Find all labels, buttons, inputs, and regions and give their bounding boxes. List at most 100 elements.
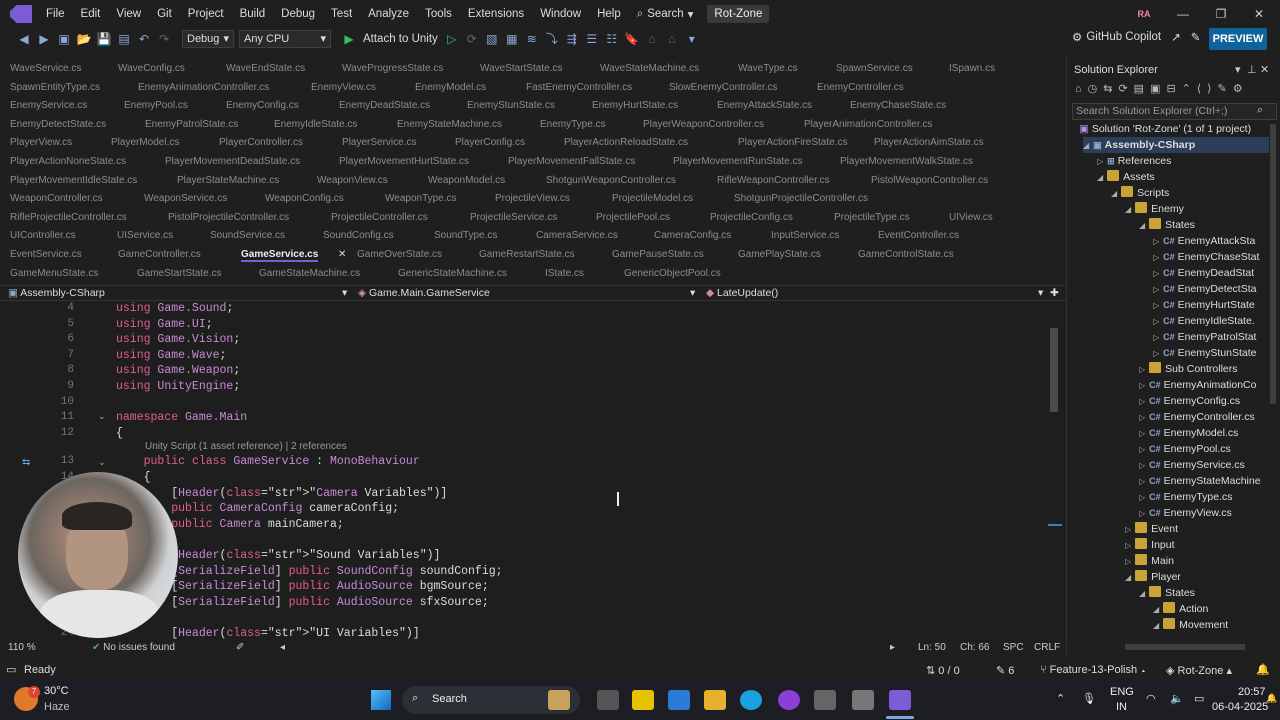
toolbar-options-icon[interactable]: ▾: [684, 31, 700, 47]
code-line[interactable]: 10: [0, 396, 1050, 412]
tree-item-assembly-csharp[interactable]: ◢ ▣ Assembly-CSharp: [1083, 137, 1269, 153]
unity-hub-icon[interactable]: [814, 690, 836, 710]
tab-weapon-model[interactable]: WeaponModel.cs: [428, 175, 505, 186]
clock-time[interactable]: 20:57: [1238, 686, 1266, 698]
tab-weapon-config[interactable]: WeaponConfig.cs: [265, 193, 344, 204]
tab-player-action-fire-state[interactable]: PlayerActionFireState.cs: [738, 137, 848, 148]
github-desktop-icon[interactable]: [778, 690, 800, 710]
tree-item-enemyconfig-cs[interactable]: ▷ C# EnemyConfig.cs: [1139, 393, 1240, 409]
menu-view[interactable]: View: [108, 0, 149, 28]
restore-button[interactable]: ❐: [1202, 0, 1240, 28]
type-dropdown[interactable]: ◈ Game.Main.GameService: [358, 287, 490, 299]
expanded-icon[interactable]: ◢: [1125, 205, 1131, 214]
tab-fast-enemy-controller[interactable]: FastEnemyController.cs: [526, 82, 632, 93]
tab-shotgun-projectile-controller[interactable]: ShotgunProjectileController.cs: [734, 193, 868, 204]
collapsed-icon[interactable]: ▷: [1125, 557, 1131, 566]
tab-weapon-service[interactable]: WeaponService.cs: [144, 193, 227, 204]
tab-enemy-type[interactable]: EnemyType.cs: [540, 119, 606, 130]
account-avatar[interactable]: RA: [1135, 6, 1153, 22]
close-panel-icon[interactable]: ✕: [1260, 63, 1269, 76]
tab-wave-type[interactable]: WaveType.cs: [738, 63, 798, 74]
new-project-icon[interactable]: ▣: [56, 31, 72, 47]
tree-item-player[interactable]: ◢ Player: [1125, 569, 1181, 585]
tab-wave-state-machine[interactable]: WaveStateMachine.cs: [600, 63, 699, 74]
tree-item-enemypatrolstat[interactable]: ▷ C# EnemyPatrolStat: [1153, 329, 1256, 345]
whitespace-indicator[interactable]: SPC: [1003, 642, 1024, 653]
code-line[interactable]: 5 using Game.UI;: [0, 318, 1050, 334]
tab-projectile-pool[interactable]: ProjectilePool.cs: [596, 212, 670, 223]
tab-enemy-dead-state[interactable]: EnemyDeadState.cs: [339, 100, 430, 111]
tab-game-start-state[interactable]: GameStartState.cs: [137, 268, 221, 279]
tab-uicontroller[interactable]: UIController.cs: [10, 230, 76, 241]
tree-item-enemy[interactable]: ◢ Enemy: [1125, 201, 1184, 217]
expanded-icon[interactable]: ◢: [1153, 605, 1159, 614]
tab-player-weapon-controller[interactable]: PlayerWeaponController.cs: [643, 119, 764, 130]
issues-indicator[interactable]: ✔ No issues found: [92, 642, 175, 653]
tab-sound-config[interactable]: SoundConfig.cs: [323, 230, 394, 241]
tab-enemy-controller[interactable]: EnemyController.cs: [817, 82, 904, 93]
tree-item-enemyhurtstate[interactable]: ▷ C# EnemyHurtState: [1153, 297, 1255, 313]
tree-item-enemystunstate[interactable]: ▷ C# EnemyStunState: [1153, 345, 1256, 361]
tab-game-pause-state[interactable]: GamePauseState.cs: [612, 249, 704, 260]
tab-enemy-stun-state[interactable]: EnemyStunState.cs: [467, 100, 555, 111]
tab-player-action-reload-state[interactable]: PlayerActionReloadState.cs: [564, 137, 688, 148]
tree-item-movement[interactable]: ◢ Movement: [1153, 617, 1228, 633]
close-window-button[interactable]: ✕: [1240, 0, 1278, 28]
code-line[interactable]: 13 public class GameService : MonoBehavi…: [0, 455, 1050, 471]
tab-player-view[interactable]: PlayerView.cs: [10, 137, 72, 148]
collapsed-icon[interactable]: ▷: [1097, 157, 1103, 166]
github-copilot-button[interactable]: ⚙ GitHub Copilot ↗ ✎: [1072, 30, 1200, 44]
taskbar-search[interactable]: ⌕ Search: [402, 686, 580, 714]
tree-item-input[interactable]: ▷ Input: [1125, 537, 1175, 553]
tab-game-service[interactable]: GameService.cs: [241, 249, 319, 262]
prev-bookmark-icon[interactable]: ⌂: [644, 31, 660, 47]
expanded-icon[interactable]: ◢: [1097, 173, 1103, 182]
step-icon[interactable]: ⤵: [544, 31, 560, 47]
tab-enemy-chase-state[interactable]: EnemyChaseState.cs: [850, 100, 946, 111]
folder-icon[interactable]: ▧: [484, 31, 500, 47]
tab-projectile-controller[interactable]: ProjectileController.cs: [331, 212, 428, 223]
undo-icon[interactable]: ↶: [136, 31, 152, 47]
tab-enemy-view[interactable]: EnemyView.cs: [311, 82, 376, 93]
tree-item-enemycontroller-cs[interactable]: ▷ C# EnemyController.cs: [1139, 409, 1255, 425]
tab-player-movement-idle-state[interactable]: PlayerMovementIdleState.cs: [10, 175, 137, 186]
tree-item-states[interactable]: ◢ States: [1139, 217, 1195, 233]
tree-item-enemyattacksta[interactable]: ▷ C# EnemyAttackSta: [1153, 233, 1255, 249]
expanded-icon[interactable]: ◢: [1139, 589, 1145, 598]
code-line[interactable]: 12 {: [0, 427, 1050, 443]
tab-player-state-machine[interactable]: PlayerStateMachine.cs: [177, 175, 279, 186]
tab-projectile-type[interactable]: ProjectileType.cs: [834, 212, 910, 223]
next-bookmark-icon[interactable]: ⌂: [664, 31, 680, 47]
line-ending-indicator[interactable]: CRLF: [1034, 642, 1060, 653]
bookmark-icon[interactable]: 🔖: [624, 31, 640, 47]
solution-root[interactable]: ▣ Solution 'Rot-Zone' (1 of 1 project): [1075, 121, 1251, 137]
tab-shotgun-weapon-controller[interactable]: ShotgunWeaponController.cs: [546, 175, 676, 186]
tree-item-enemypool-cs[interactable]: ▷ C# EnemyPool.cs: [1139, 441, 1231, 457]
language-indicator[interactable]: ENG: [1110, 686, 1134, 698]
collapsed-icon[interactable]: ▷: [1153, 301, 1159, 310]
collapsed-icon[interactable]: ▷: [1153, 349, 1159, 358]
member-dropdown[interactable]: ◆ LateUpdate(): [706, 287, 778, 299]
tab-game-play-state[interactable]: GamePlayState.cs: [738, 249, 821, 260]
tab-player-model[interactable]: PlayerModel.cs: [111, 137, 179, 148]
expanded-icon[interactable]: ◢: [1139, 221, 1145, 230]
tab-weapon-controller[interactable]: WeaponController.cs: [10, 193, 103, 204]
tab-event-controller[interactable]: EventController.cs: [878, 230, 959, 241]
uncomment-icon[interactable]: ☷: [604, 31, 620, 47]
tab-pistol-weapon-controller[interactable]: PistolWeaponController.cs: [871, 175, 988, 186]
line-number[interactable]: Ln: 50: [918, 642, 946, 653]
tab-weapon-type[interactable]: WeaponType.cs: [385, 193, 457, 204]
collapsed-icon[interactable]: ▷: [1139, 461, 1145, 470]
tab-enemy-animation-controller[interactable]: EnemyAnimationController.cs: [138, 82, 269, 93]
tab-player-movement-fall-state[interactable]: PlayerMovementFallState.cs: [508, 156, 635, 167]
tab-enemy-patrol-state[interactable]: EnemyPatrolState.cs: [145, 119, 238, 130]
tab-projectile-service[interactable]: ProjectileService.cs: [470, 212, 557, 223]
collapsed-icon[interactable]: ▷: [1139, 397, 1145, 406]
tab-enemy-config[interactable]: EnemyConfig.cs: [226, 100, 299, 111]
hot-reload-icon[interactable]: ⟳: [464, 31, 480, 47]
tab-sound-type[interactable]: SoundType.cs: [434, 230, 497, 241]
split-editor-icon[interactable]: ✚: [1050, 287, 1059, 299]
repo-picker[interactable]: ◈ Rot-Zone ▴: [1166, 664, 1232, 677]
minimize-button[interactable]: —: [1164, 0, 1202, 28]
tab-istate[interactable]: IState.cs: [545, 268, 584, 279]
